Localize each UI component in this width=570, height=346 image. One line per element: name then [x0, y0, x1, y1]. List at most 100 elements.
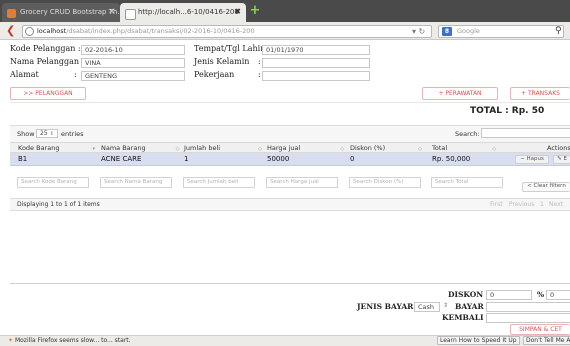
cell-diskon: 0 — [350, 155, 355, 163]
google-search-engine-icon[interactable]: 8 — [442, 27, 452, 36]
new-tab-plus-icon[interactable]: + — [248, 4, 262, 19]
column-header-jumlah-beli[interactable]: Jumlah beli ◇ — [184, 143, 262, 153]
pager-first-button[interactable]: First — [490, 201, 503, 208]
pekerjaan-input[interactable] — [262, 71, 370, 81]
column-header-total[interactable]: Total ◇ — [432, 143, 496, 153]
minus-icon: − — [520, 156, 525, 162]
tab-close-icon[interactable]: ✖ — [234, 7, 241, 16]
sort-desc-icon: ▾ — [92, 146, 95, 152]
column-header-harga-jual[interactable]: Harga jual ◇ — [267, 143, 344, 153]
column-title: Total — [432, 144, 448, 152]
kode-pelanggan-input[interactable]: 02-2016-10 — [81, 45, 185, 55]
sort-icon: ◇ — [258, 146, 262, 152]
cell-kode-barang: B1 — [18, 155, 28, 163]
dont-tell-button[interactable]: Don't Tell Me A — [523, 336, 570, 346]
simpan-cetak-button[interactable]: SIMPAN & CET — [510, 324, 570, 335]
clear-filter-label: Clear filtern — [533, 183, 566, 189]
search-placeholder: Google — [457, 27, 480, 35]
tab-title: http://localh...6-10/0416-200 — [138, 8, 239, 16]
grid-search-input[interactable] — [481, 128, 570, 138]
displaying-info: Displaying 1 to 1 of 1 items — [17, 201, 100, 208]
column-header-nama-barang[interactable]: Nama Barang ◇ — [101, 143, 179, 153]
pager-next-button[interactable]: Next — [549, 201, 563, 208]
table-row[interactable] — [10, 153, 570, 166]
clear-filter-button[interactable]: < Clear filtern — [522, 182, 570, 192]
page-size-value: 25 — [40, 130, 48, 137]
column-title: Jumlah beli — [184, 144, 221, 152]
firefox-slow-notice: ✦ Mozilla Firefox seems slow... to... st… — [8, 336, 131, 346]
kembali-input[interactable] — [486, 313, 570, 323]
page-size-select[interactable]: 25 ⇕ — [36, 129, 58, 138]
notice-text: Mozilla Firefox seems slow... to... star… — [14, 337, 131, 344]
filter-jumlah-beli-input[interactable]: Search Jumlah beli — [183, 177, 255, 188]
browser-tab-grocery-crud[interactable]: Grocery CRUD Bootstrap Th... ✕ — [2, 3, 120, 22]
grid-empty-area — [10, 211, 570, 284]
select-arrows-icon: ⇕ — [443, 302, 449, 309]
chevron-left-icon: < — [527, 183, 532, 189]
back-arrow-icon[interactable]: ❮ — [6, 24, 18, 37]
cell-harga-jual: 50000 — [267, 155, 290, 163]
jenis-bayar-label: JENIS BAYAR — [357, 302, 414, 311]
tab-close-icon[interactable]: ✕ — [108, 7, 115, 16]
nama-pelanggan-label: Nama Pelanggan : — [10, 57, 85, 66]
bayar-label: BAYAR — [455, 302, 484, 311]
column-header-actions: Actions — [547, 144, 570, 152]
transaksi-button[interactable]: + TRANSAKS — [510, 87, 570, 100]
column-title: Harga jual — [267, 144, 301, 152]
tempat-tgl-lahir-input[interactable]: 01/01/1970 — [262, 45, 370, 55]
sort-icon: ◇ — [175, 146, 180, 152]
edit-button[interactable]: ✎ E — [553, 155, 570, 164]
filter-nama-barang-input[interactable]: Search Nama Barang — [100, 177, 172, 188]
nama-pelanggan-input[interactable]: VINA — [81, 58, 185, 68]
dont-tell-label: Don't Tell Me A — [523, 336, 570, 345]
column-title: Diskon (%) — [350, 144, 386, 152]
url-host: localhost — [37, 27, 67, 35]
pager-page-1-button[interactable]: 1 — [540, 201, 544, 208]
filter-total-input[interactable]: Search Total — [431, 177, 503, 188]
alamat-label: Alamat — [10, 70, 39, 79]
alamat-colon: : — [74, 70, 77, 79]
cell-jumlah-beli: 1 — [184, 155, 189, 163]
pelanggan-button[interactable]: >> PELANGGAN — [10, 87, 86, 100]
column-title: Kode Barang — [18, 144, 60, 152]
learn-speed-button[interactable]: Learn How to Speed It Up — [437, 336, 520, 346]
kode-pelanggan-label: Kode Pelanggan : — [10, 44, 81, 53]
percent-label: % — [537, 290, 545, 299]
jenis-kelamin-input[interactable] — [262, 58, 370, 68]
filter-harga-jual-input[interactable]: Search Harga jual — [266, 177, 338, 188]
diskon-input[interactable]: 0 — [486, 290, 532, 300]
entries-label: entries — [61, 130, 84, 138]
puzzle-icon: ✦ — [8, 337, 14, 344]
column-header-diskon[interactable]: Diskon (%) ◇ — [350, 143, 422, 153]
bayar-input[interactable] — [486, 302, 570, 312]
grid-search-label: Search: — [455, 130, 480, 138]
select-arrows-icon: ⇕ — [49, 131, 54, 137]
column-header-kode-barang[interactable]: Kode Barang ▾ — [18, 143, 95, 153]
pager-previous-button[interactable]: Previous — [509, 201, 534, 208]
tab-page-icon — [125, 9, 136, 20]
filter-kode-barang-input[interactable]: Search Kode Barang — [17, 177, 89, 188]
url-bar[interactable]: localhost/dsabat/index.php/dsabat/transa… — [22, 25, 432, 38]
jenis-bayar-select[interactable]: Cash — [414, 302, 440, 312]
sort-icon: ◇ — [418, 146, 422, 152]
kembali-label: KEMBALI — [442, 313, 484, 322]
filter-diskon-input[interactable]: Search Diskon (%) — [349, 177, 421, 188]
show-label: Show — [17, 130, 35, 138]
reload-icon[interactable]: ▾ ↻ — [412, 25, 430, 38]
alamat-input[interactable]: GENTENG — [81, 71, 185, 81]
perawatan-button[interactable]: + PERAWATAN — [422, 87, 498, 100]
column-title: Nama Barang — [101, 144, 146, 152]
learn-speed-label: Learn How to Speed It Up — [437, 336, 520, 345]
browser-search-input[interactable]: Google — [438, 25, 564, 38]
browser-tab-localhost[interactable]: http://localh...6-10/0416-200 ✖ — [120, 3, 246, 22]
search-magnifier-icon[interactable]: ⚲ — [555, 26, 562, 36]
divider — [10, 102, 570, 103]
edit-label: E — [563, 156, 567, 162]
percent-input[interactable]: 0 — [546, 290, 570, 300]
jenis-kelamin-label: Jenis Kelamin — [194, 57, 250, 66]
total-amount: TOTAL : Rp. 50 — [470, 106, 545, 116]
site-identity-globe-icon[interactable] — [25, 27, 34, 36]
diskon-label: DISKON — [448, 290, 484, 299]
hapus-button[interactable]: − Hapus — [515, 155, 549, 164]
tempat-tgl-lahir-label: Tempat/Tgl Lahir : — [194, 44, 270, 53]
